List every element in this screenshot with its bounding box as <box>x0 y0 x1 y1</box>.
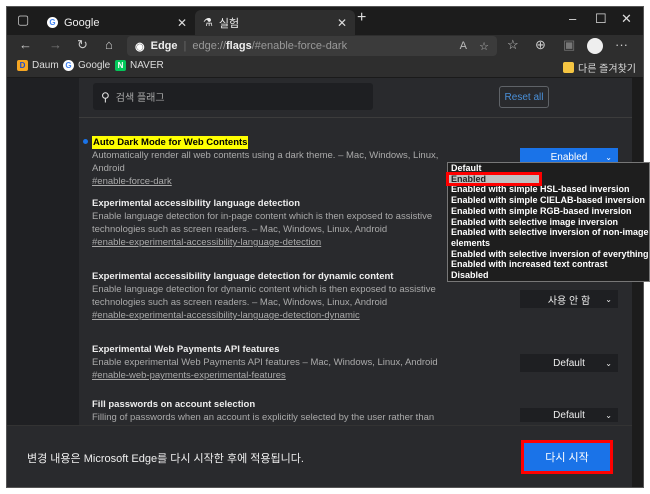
restart-button[interactable]: 다시 시작 <box>521 440 613 474</box>
tab-label: Google <box>64 16 100 29</box>
divider <box>79 117 632 118</box>
add-favorite-icon[interactable]: ☆ <box>479 40 489 53</box>
option-image[interactable]: Enabled with selective image inversion <box>448 217 649 228</box>
flag-link[interactable]: #enable-experimental-accessibility-langu… <box>92 309 442 323</box>
home-icon[interactable]: ⌂ <box>105 37 113 52</box>
collections-icon[interactable]: ⊕ <box>535 37 546 53</box>
bookmark-daum[interactable]: D Daum <box>17 60 59 71</box>
chevron-down-icon: ⌄ <box>605 152 612 162</box>
close-tab-icon[interactable]: ✕ <box>337 16 347 30</box>
flag-select[interactable]: 사용 안 함 ⌄ <box>520 290 618 308</box>
flask-icon: ⚗ <box>203 17 213 29</box>
option-rgb[interactable]: Enabled with simple RGB-based inversion <box>448 206 649 217</box>
more-menu-icon[interactable]: ··· <box>615 37 628 52</box>
edge-label: Edge <box>150 40 178 52</box>
close-window-button[interactable]: ✕ <box>621 11 632 27</box>
option-disabled[interactable]: Disabled <box>448 270 649 281</box>
close-tab-icon[interactable]: ✕ <box>177 16 187 30</box>
bookmarks-bar: D Daum G Google N NAVER 다른 즐겨찾기 <box>7 57 643 78</box>
option-enabled[interactable]: Enabled <box>446 171 542 187</box>
url-text: edge://flags/#enable-force-dark <box>192 40 348 52</box>
refresh-icon[interactable]: ↻ <box>77 37 88 53</box>
option-hsl[interactable]: Enabled with simple HSL-based inversion <box>448 184 649 195</box>
option-text-contrast[interactable]: Enabled with increased text contrast <box>448 259 649 270</box>
chevron-down-icon: ⌄ <box>605 294 612 304</box>
flag-item: Experimental Web Payments API features E… <box>92 343 442 383</box>
option-default[interactable]: Default <box>448 163 649 174</box>
tab-google[interactable]: G Google ✕ <box>39 10 195 35</box>
forward-icon[interactable]: → <box>49 37 62 52</box>
tab-actions-icon[interactable]: ▢ <box>17 12 29 28</box>
flag-select[interactable]: Default ⌄ <box>520 408 618 422</box>
chevron-down-icon: ⌄ <box>605 410 612 420</box>
flag-item: Auto Dark Mode for Web Contents Automati… <box>92 136 452 189</box>
flag-item: Experimental accessibility language dete… <box>92 197 442 250</box>
flag-link[interactable]: #enable-force-dark <box>92 175 452 189</box>
tab-flags[interactable]: ⚗ 실험 ✕ <box>195 10 355 35</box>
tab-label: 실험 <box>218 17 240 30</box>
flag-select[interactable]: Default ⌄ <box>520 354 618 372</box>
other-favorites[interactable]: 다른 즐겨찾기 <box>563 60 636 75</box>
option-non-image[interactable]: Enabled with selective inversion of non-… <box>448 227 649 248</box>
new-tab-button[interactable]: + <box>357 9 366 27</box>
select-dropdown-list: Default Enabled Enabled with simple HSL-… <box>446 162 650 282</box>
restart-bar: 변경 내용은 Microsoft Edge를 다시 시작한 후에 적용됩니다. … <box>7 425 632 487</box>
address-bar[interactable]: ◉ Edge | edge://flags/#enable-force-dark… <box>127 36 497 56</box>
restart-message: 변경 내용은 Microsoft Edge를 다시 시작한 후에 적용됩니다. <box>27 453 304 465</box>
bookmark-google[interactable]: G Google <box>63 60 110 71</box>
bookmark-naver[interactable]: N NAVER <box>115 60 164 71</box>
title-bar: ▢ G Google ✕ ⚗ 실험 ✕ + – ☐ ✕ <box>7 7 643 35</box>
navigation-toolbar: ← → ↻ ⌂ ◉ Edge | edge://flags/#enable-fo… <box>7 35 643 57</box>
maximize-button[interactable]: ☐ <box>595 11 607 27</box>
flag-link[interactable]: #enable-experimental-accessibility-langu… <box>92 236 442 250</box>
favorites-icon[interactable]: ☆ <box>507 37 519 53</box>
modified-indicator <box>83 139 88 144</box>
folder-icon <box>563 62 574 73</box>
edge-icon: ◉ <box>135 40 145 53</box>
scrollbar[interactable] <box>632 78 643 487</box>
minimize-button[interactable]: – <box>569 11 576 26</box>
reset-all-button[interactable]: Reset all <box>499 86 549 108</box>
read-aloud-icon[interactable]: A <box>460 40 467 52</box>
flag-link[interactable]: #enable-web-payments-experimental-featur… <box>92 369 442 383</box>
option-cielab[interactable]: Enabled with simple CIELAB-based inversi… <box>448 195 649 206</box>
search-icon: ⚲ <box>101 89 110 104</box>
search-input[interactable]: ⚲ 검색 플래그 <box>93 83 373 110</box>
flag-item: Experimental accessibility language dete… <box>92 270 442 323</box>
chevron-down-icon: ⌄ <box>605 358 612 368</box>
option-everything[interactable]: Enabled with selective inversion of ever… <box>448 249 649 260</box>
extensions-icon[interactable]: ▣ <box>563 37 575 53</box>
profile-avatar[interactable] <box>587 38 603 54</box>
back-icon[interactable]: ← <box>19 37 32 52</box>
google-icon: G <box>47 17 58 28</box>
